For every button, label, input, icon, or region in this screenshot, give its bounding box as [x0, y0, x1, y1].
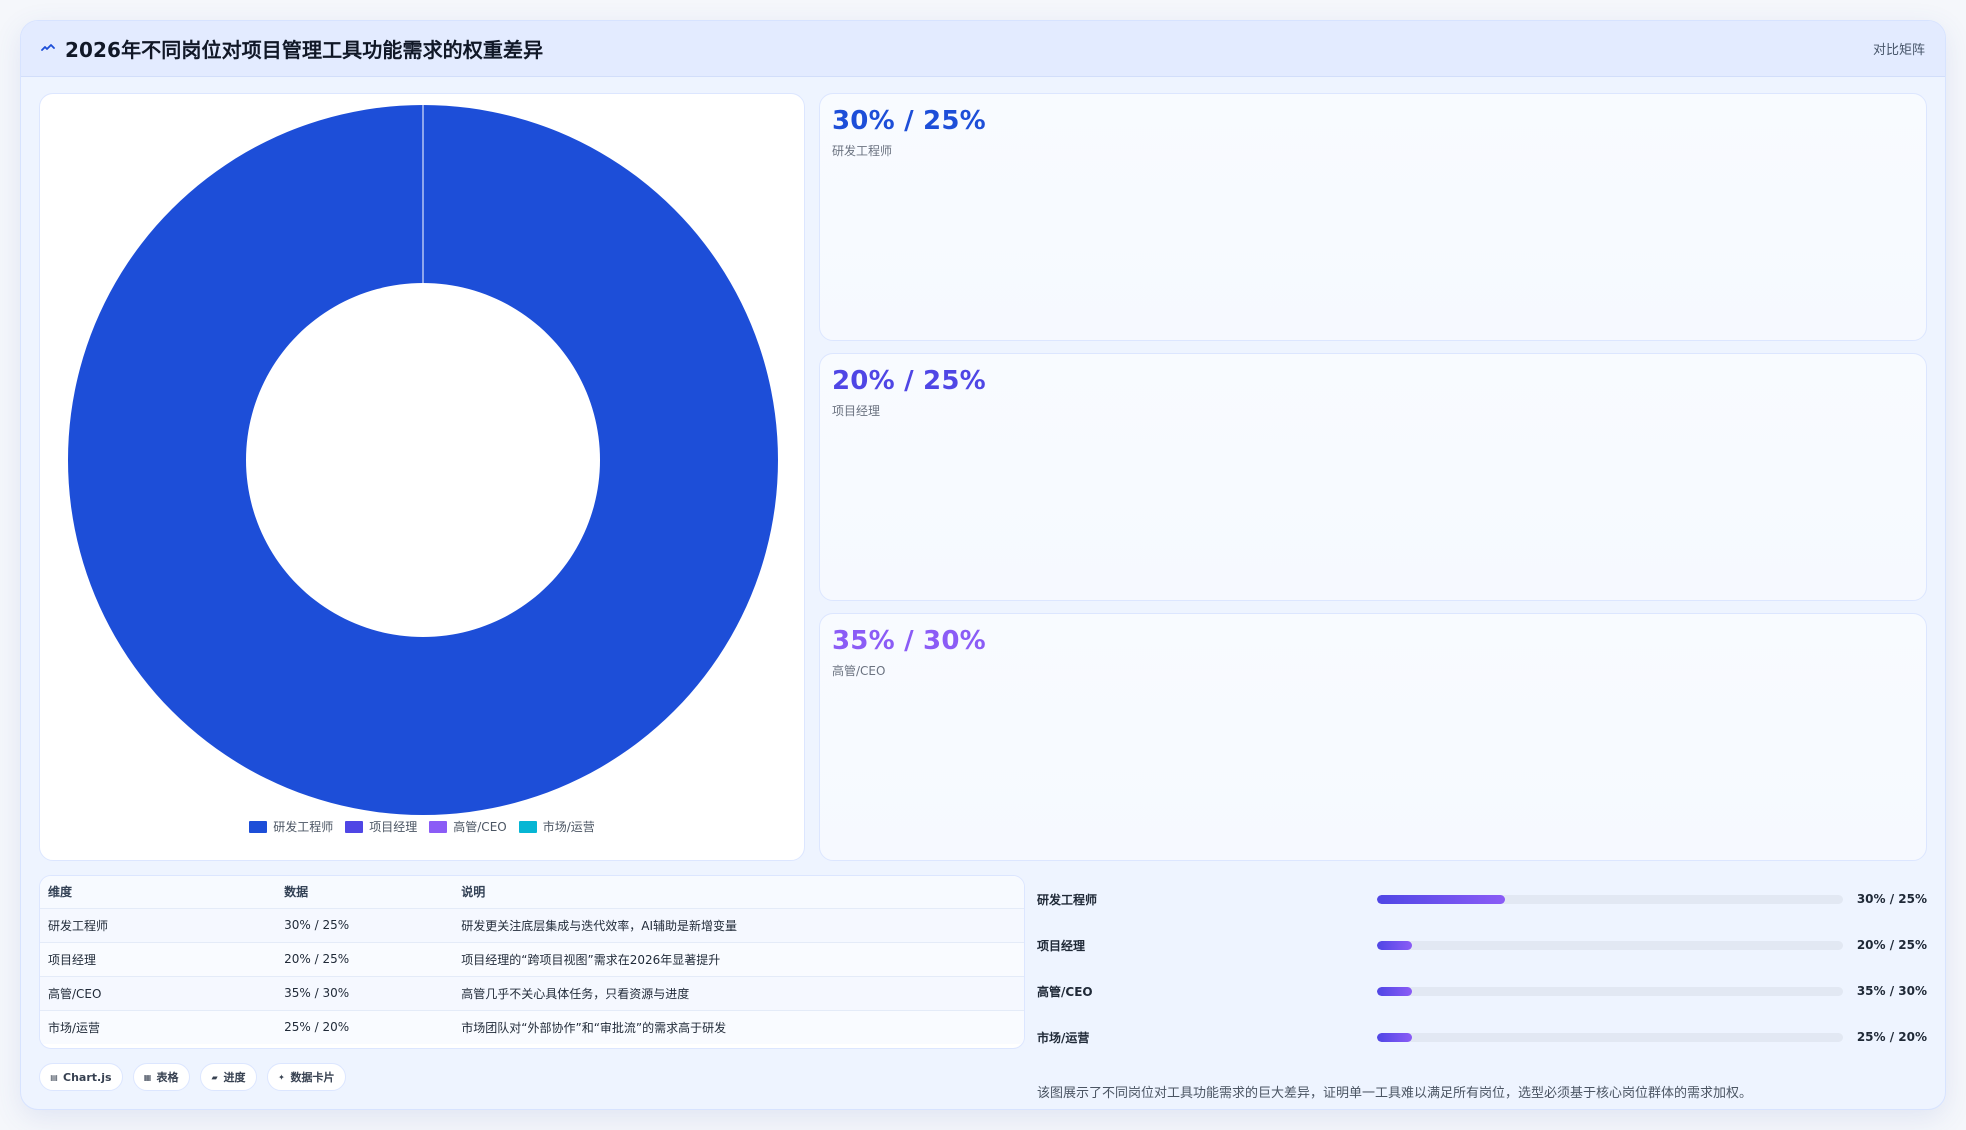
legend-item: 市场/运营: [518, 818, 595, 835]
table-row: 市场/运营 25% / 20% 市场团队对“外部协作”和“审批流”的需求高于研发: [40, 1010, 1024, 1044]
progress-value: 20% / 25%: [1856, 938, 1927, 952]
data-table-panel: 维度 数据 说明 研发工程师 30% / 25% 研发更关注底层集成与迭代效率，…: [39, 875, 1025, 1049]
progress-label: 项目经理: [1037, 938, 1086, 953]
table-cell: 研发更关注底层集成与迭代效率，AI辅助是新增变量: [453, 908, 1024, 943]
legend-swatch: [249, 820, 268, 833]
chip-progress[interactable]: ▰ 进度: [199, 1063, 257, 1091]
legend-label: 项目经理: [369, 820, 418, 834]
legend-item: 研发工程师: [249, 818, 333, 835]
card-icon: ✦: [278, 1072, 285, 1082]
progress-label: 研发工程师: [1037, 892, 1098, 907]
table-row: 高管/CEO 35% / 30% 高管几乎不关心具体任务，只看资源与进度: [40, 976, 1024, 1011]
progress-track: [1377, 986, 1843, 996]
chip-chartjs[interactable]: ▤ Chart.js: [39, 1063, 123, 1091]
table-cell: 高管/CEO: [40, 976, 277, 1011]
table-cell: 项目经理的“跨项目视图”需求在2026年显著提升: [453, 942, 1024, 977]
legend-label: 市场/运营: [542, 820, 595, 834]
table-header: 数据: [276, 876, 454, 909]
metric-card-pm: 20% / 25% 项目经理: [819, 353, 1927, 601]
metric-card-dev: 30% / 25% 研发工程师: [819, 93, 1927, 341]
table-cell: 35% / 30%: [276, 976, 454, 1011]
table-cell: 高管几乎不关心具体任务，只看资源与进度: [453, 976, 1024, 1011]
chart-icon: ▤: [50, 1072, 58, 1082]
table-cell: 30% / 25%: [276, 908, 454, 943]
table-cell: 25% / 20%: [276, 1010, 454, 1044]
table-cell: 市场/运营: [40, 1010, 277, 1044]
metric-value: 35% / 30%: [832, 626, 986, 656]
chart-panel: 研发工程师 项目经理 高管/CEO 市场/运营: [39, 93, 805, 861]
legend-item: 项目经理: [345, 818, 417, 835]
chip-row: ▤ Chart.js ▦ 表格 ▰ 进度 ✦ 数据卡片: [39, 1063, 1025, 1091]
table-cell: 项目经理: [40, 942, 277, 977]
progress-fill: [1377, 1032, 1412, 1042]
legend-swatch: [345, 820, 364, 833]
progress-value: 30% / 25%: [1856, 892, 1927, 906]
table-header-row: 维度 数据 说明: [40, 876, 1024, 909]
metric-label: 高管/CEO: [832, 664, 886, 678]
metric-label: 项目经理: [832, 404, 881, 418]
chip-card[interactable]: ✦ 数据卡片: [266, 1063, 346, 1091]
progress-fill: [1377, 894, 1506, 904]
legend-swatch: [429, 820, 448, 833]
table-cell: 市场团队对“外部协作”和“审批流”的需求高于研发: [453, 1010, 1024, 1044]
table-section: 维度 数据 说明 研发工程师 30% / 25% 研发更关注底层集成与迭代效率，…: [39, 875, 1025, 1107]
metric-value: 20% / 25%: [832, 366, 986, 396]
progress-value: 25% / 20%: [1856, 1030, 1927, 1044]
progress-value: 35% / 30%: [1856, 984, 1927, 998]
progress-fill: [1377, 986, 1412, 996]
matrix-label: 对比矩阵: [1872, 43, 1925, 58]
progress-list: 研发工程师 30% / 25% 项目经理 20% / 25% 高管/CEO 35…: [1037, 875, 1927, 1059]
dashboard-window: 2026年不同岗位对项目管理工具功能需求的权重差异 对比矩阵 研发工程师 项目经…: [20, 20, 1946, 1110]
chip-label: 表格: [156, 1071, 179, 1084]
table-row: 研发工程师 30% / 25% 研发更关注底层集成与迭代效率，AI辅助是新增变量: [40, 908, 1024, 943]
table-header: 说明: [453, 876, 1024, 909]
progress-track: [1377, 940, 1843, 950]
metric-cards: 30% / 25% 研发工程师 20% / 25% 项目经理 35% / 30%…: [819, 93, 1927, 861]
donut-chart: [67, 105, 778, 815]
table-icon: ▦: [143, 1072, 152, 1082]
header-bar: 2026年不同岗位对项目管理工具功能需求的权重差异 对比矩阵: [21, 21, 1945, 77]
content-area: 研发工程师 项目经理 高管/CEO 市场/运营 30% / 25% 研发工程师 …: [21, 77, 1945, 1109]
table-cell: 20% / 25%: [276, 942, 454, 977]
legend-swatch: [518, 820, 537, 833]
legend-label: 高管/CEO: [453, 820, 507, 834]
progress-row: 研发工程师 30% / 25%: [1037, 877, 1927, 921]
progress-fill: [1377, 940, 1412, 950]
bottom-grid: 维度 数据 说明 研发工程师 30% / 25% 研发更关注底层集成与迭代效率，…: [39, 875, 1927, 1107]
page-title: 2026年不同岗位对项目管理工具功能需求的权重差异: [65, 38, 544, 62]
title-wrap: 2026年不同岗位对项目管理工具功能需求的权重差异: [41, 34, 543, 63]
progress-row: 市场/运营 25% / 20%: [1037, 1015, 1927, 1059]
legend-label: 研发工程师: [273, 820, 334, 834]
metric-card-ceo: 35% / 30% 高管/CEO: [819, 613, 1927, 861]
table-cell: 研发工程师: [40, 908, 277, 943]
data-table: 维度 数据 说明 研发工程师 30% / 25% 研发更关注底层集成与迭代效率，…: [40, 876, 1024, 1044]
table-row: 项目经理 20% / 25% 项目经理的“跨项目视图”需求在2026年显著提升: [40, 942, 1024, 977]
table-header: 维度: [40, 876, 277, 909]
legend-item: 高管/CEO: [429, 818, 507, 835]
progress-row: 高管/CEO 35% / 30%: [1037, 969, 1927, 1013]
top-grid: 研发工程师 项目经理 高管/CEO 市场/运营 30% / 25% 研发工程师 …: [39, 93, 1927, 861]
chip-label: 进度: [223, 1071, 246, 1084]
chart-legend: 研发工程师 项目经理 高管/CEO 市场/运营: [40, 818, 804, 835]
progress-row: 项目经理 20% / 25%: [1037, 923, 1927, 967]
chip-table[interactable]: ▦ 表格: [132, 1063, 190, 1091]
summary-text: 该图展示了不同岗位对工具功能需求的巨大差异，证明单一工具难以满足所有岗位，选型必…: [1037, 1086, 1753, 1101]
chip-label: 数据卡片: [290, 1071, 335, 1084]
progress-label: 市场/运营: [1037, 1030, 1090, 1045]
progress-label: 高管/CEO: [1037, 984, 1093, 999]
metric-label: 研发工程师: [832, 144, 893, 158]
progress-icon: ▰: [211, 1072, 218, 1082]
chart-line-icon: [41, 42, 55, 56]
progress-track: [1377, 1032, 1843, 1042]
metric-value: 30% / 25%: [832, 106, 986, 136]
progress-panel: 研发工程师 30% / 25% 项目经理 20% / 25% 高管/CEO 35…: [1037, 875, 1927, 1107]
chip-label: Chart.js: [63, 1070, 112, 1084]
progress-track: [1377, 894, 1843, 904]
